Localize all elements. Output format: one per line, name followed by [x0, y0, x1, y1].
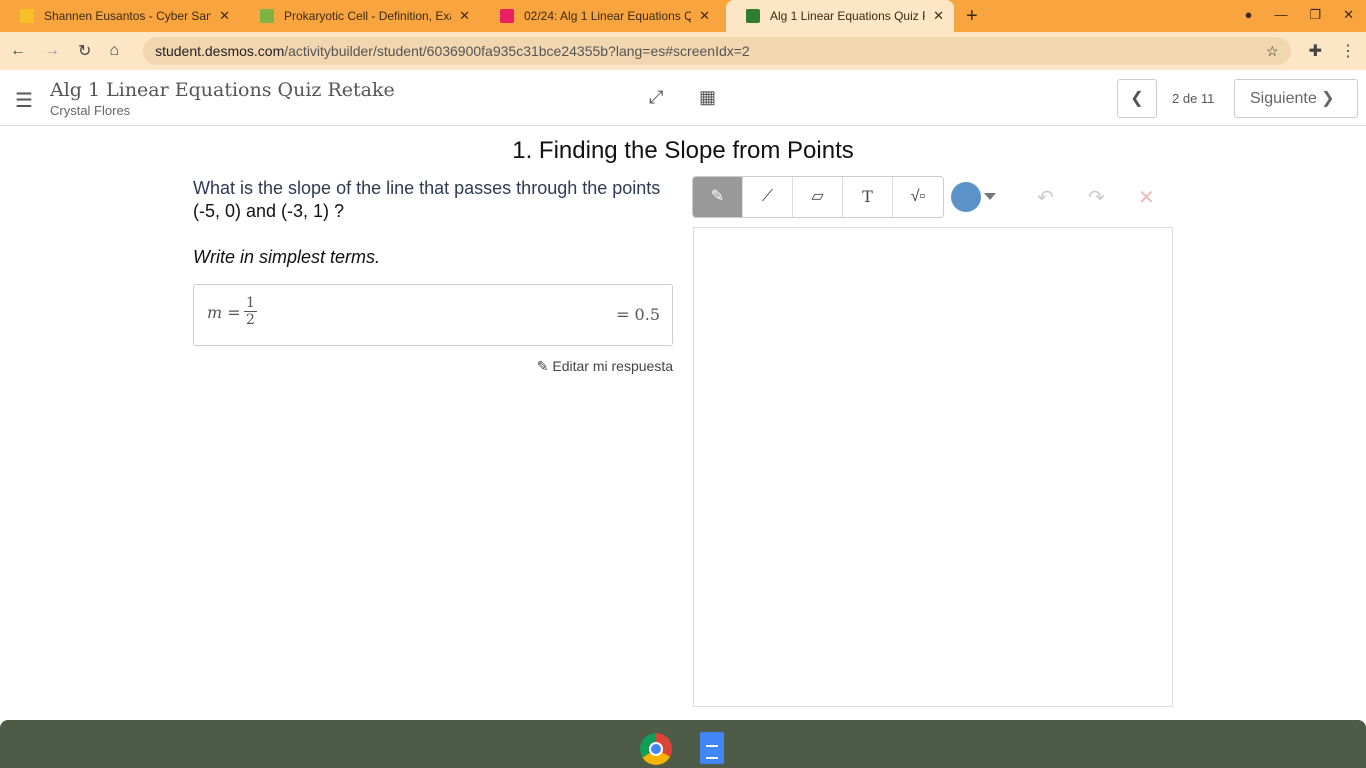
math-answer-box[interactable]: m = 12 = 0.5: [193, 284, 673, 346]
caret-down-icon[interactable]: [984, 193, 996, 206]
google-docs-icon[interactable]: [700, 732, 724, 764]
tab-title: 02/24: Alg 1 Linear Equations Q: [524, 9, 692, 23]
favicon-icon: [20, 9, 34, 23]
browser-tab-active[interactable]: Alg 1 Linear Equations Quiz Reta ✕: [726, 0, 954, 32]
calculator-icon[interactable]: ▦: [699, 87, 716, 108]
close-tab-icon[interactable]: ✕: [699, 8, 710, 24]
tab-title: Prokaryotic Cell - Definition, Exar: [284, 9, 452, 23]
star-icon[interactable]: ☆: [1266, 43, 1279, 60]
chrome-icon[interactable]: [640, 733, 672, 765]
sketch-toolbar: ✎ ⟋ ▱ T √▫: [692, 176, 944, 218]
activity-header: ☰ Alg 1 Linear Equations Quiz Retake Cry…: [0, 70, 1366, 126]
minimize-icon[interactable]: —: [1274, 7, 1287, 23]
eraser-icon[interactable]: ▱: [793, 177, 843, 217]
browser-tab[interactable]: Prokaryotic Cell - Definition, Exar ✕: [240, 0, 480, 32]
address-bar-row: ← → ↻ ⌂ student.desmos.com/activitybuilder/…: [0, 32, 1366, 70]
student-name: Crystal Flores: [50, 103, 131, 118]
tab-strip: Shannen Eusantos - Cyber Sand ✕ Prokaryot…: [0, 0, 1366, 32]
fraction: 12: [244, 295, 257, 328]
extensions-icon[interactable]: ✚: [1309, 41, 1322, 61]
activity-title: Alg 1 Linear Equations Quiz Retake: [50, 79, 395, 101]
fullscreen-icon[interactable]: ⤢: [649, 87, 663, 108]
answer-lhs: m =: [207, 303, 241, 322]
browser-tab[interactable]: Shannen Eusantos - Cyber Sand ✕: [0, 0, 240, 32]
close-tab-icon[interactable]: ✕: [933, 8, 944, 24]
edit-label: Editar mi respuesta: [552, 358, 673, 374]
redo-icon[interactable]: ↷: [1088, 185, 1105, 210]
line-tool-icon[interactable]: ⟋: [743, 177, 793, 217]
next-label: Siguiente: [1250, 90, 1317, 107]
next-button[interactable]: Siguiente ❯: [1234, 79, 1358, 118]
close-window-icon[interactable]: ✕: [1343, 7, 1354, 23]
question-text: What is the slope of the line that passe…: [193, 178, 661, 198]
forward-icon[interactable]: →: [44, 42, 60, 60]
page-indicator: 2 de 11: [1172, 91, 1215, 106]
pencil-icon[interactable]: ✎: [693, 177, 743, 217]
text-tool-icon[interactable]: T: [843, 177, 893, 217]
new-tab-button[interactable]: +: [966, 5, 978, 28]
home-icon[interactable]: ⌂: [109, 42, 119, 60]
clear-icon[interactable]: ✕: [1138, 185, 1155, 210]
url-input[interactable]: student.desmos.com/activitybuilder/stude…: [143, 37, 1291, 65]
close-tab-icon[interactable]: ✕: [459, 8, 470, 24]
favicon-icon: [746, 9, 760, 23]
math-tool-icon[interactable]: √▫: [893, 177, 943, 217]
numerator: 1: [244, 295, 257, 312]
url-path: /activitybuilder/student/6036900fa935c31…: [284, 43, 750, 59]
menu-icon[interactable]: ☰: [15, 88, 33, 113]
browser-tab[interactable]: 02/24: Alg 1 Linear Equations Q ✕: [480, 0, 720, 32]
previous-button[interactable]: ❮: [1117, 79, 1157, 118]
url-host: student.desmos.com: [155, 43, 285, 59]
sketch-canvas[interactable]: [693, 227, 1173, 707]
reload-icon[interactable]: ↻: [78, 41, 91, 61]
edit-answer-link[interactable]: ✎ Editar mi respuesta: [537, 358, 673, 375]
question: What is the slope of the line that passe…: [193, 177, 663, 223]
color-picker[interactable]: [951, 182, 981, 212]
tab-title: Shannen Eusantos - Cyber Sand: [44, 9, 212, 23]
more-icon[interactable]: ⋮: [1340, 41, 1356, 61]
close-tab-icon[interactable]: ✕: [219, 8, 230, 24]
favicon-icon: [260, 9, 274, 23]
favicon-icon: [500, 9, 514, 23]
instruction: Write in simplest terms.: [193, 247, 381, 267]
undo-icon[interactable]: ↶: [1037, 185, 1054, 210]
answer-evaluation: = 0.5: [616, 305, 660, 324]
tab-title: Alg 1 Linear Equations Quiz Reta: [770, 9, 925, 23]
question-points: (-5, 0) and (-3, 1) ?: [193, 201, 345, 221]
denominator: 2: [246, 312, 255, 328]
maximize-icon[interactable]: ❐: [1309, 7, 1321, 23]
profile-icon[interactable]: ●: [1245, 7, 1253, 23]
back-icon[interactable]: ←: [10, 42, 26, 60]
taskbar: [0, 720, 1366, 768]
screen-title: 1. Finding the Slope from Points: [512, 137, 854, 164]
